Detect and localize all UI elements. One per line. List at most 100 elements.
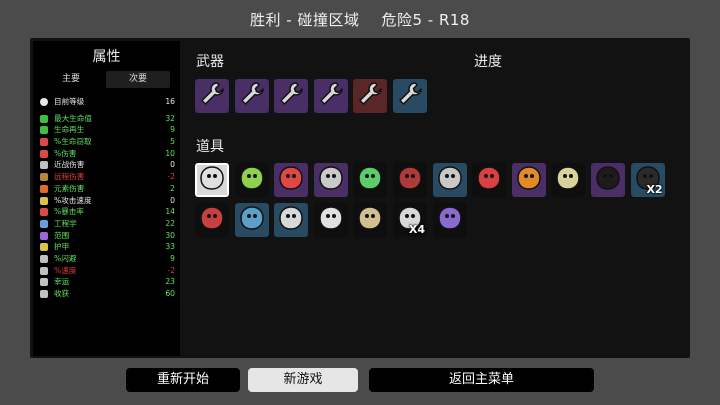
wrench-icon [317, 80, 345, 112]
item-slot[interactable] [432, 163, 467, 197]
item-slot[interactable] [274, 203, 309, 237]
main-menu-button[interactable]: 返回主菜单 [369, 368, 594, 392]
weapon-slot[interactable] [313, 79, 348, 113]
stats-title: 属性 [92, 49, 121, 65]
stat-label: %伤害 [54, 148, 77, 158]
stat-row-level: 目前等级 16 [38, 96, 175, 108]
stat-row: 收获 60 [38, 288, 175, 300]
item-slot[interactable] [313, 203, 348, 237]
snail-icon [356, 204, 384, 236]
stat-label: 收获 [54, 289, 70, 298]
egg-character-icon [198, 165, 226, 195]
stat-value: 5 [170, 137, 175, 147]
item-slot[interactable] [234, 163, 269, 197]
rock-creature-icon [436, 164, 464, 196]
weapons-title: 武器 [196, 54, 224, 70]
item-slot[interactable] [274, 163, 309, 197]
weapon-slot[interactable] [274, 79, 309, 113]
heart-icon [40, 114, 48, 123]
jacket-icon [396, 164, 424, 196]
shield-icon [40, 243, 48, 252]
stat-list: 目前等级 16 最大生命值 32 生命再生 9 %生命窃取 5 %伤害 10 近战伤害 0 远程伤害… [38, 96, 175, 300]
level-icon [40, 98, 48, 106]
item-slot[interactable] [353, 203, 388, 237]
stat-value: 60 [165, 289, 175, 298]
sword-icon [40, 161, 48, 170]
item-slot[interactable]: X4 [393, 203, 427, 237]
wrench-cross-icon [40, 219, 48, 228]
item-slot[interactable] [234, 203, 269, 237]
flame-icon [40, 184, 48, 193]
bag-icon [594, 164, 622, 196]
stat-value: -2 [167, 265, 175, 275]
item-slot[interactable] [353, 163, 388, 197]
wrench-icon [277, 80, 305, 112]
item-slot[interactable] [195, 203, 229, 237]
stat-value: 33 [165, 242, 175, 252]
item-slot[interactable] [591, 163, 625, 197]
stat-row: 生命再生 9 [38, 124, 175, 136]
stat-row: %暴击率 14 [38, 206, 175, 218]
stat-label: 工程学 [54, 218, 77, 228]
stat-label: 护甲 [54, 242, 70, 252]
item-quantity: X2 [646, 183, 663, 196]
stat-label: %攻击速度 [54, 195, 92, 205]
item-slot[interactable] [432, 203, 467, 237]
fist-icon [40, 149, 48, 158]
stat-value: 14 [165, 207, 175, 217]
stat-value: 0 [170, 160, 175, 170]
item-slot[interactable] [511, 163, 546, 197]
item-slot[interactable] [313, 163, 348, 197]
item-slot[interactable] [393, 163, 427, 197]
dumbbell-icon [277, 204, 305, 236]
stat-row: %闪避 9 [38, 253, 175, 265]
tab-secondary[interactable]: 次要 [106, 71, 170, 88]
stat-label: 最大生命值 [54, 113, 92, 123]
run-result-title: 胜利 - 碰撞区域 危险5 - R18 [0, 0, 720, 38]
skull-claw-icon [317, 204, 345, 236]
stat-label: %暴击率 [54, 207, 84, 217]
danger-text: 危险5 - R18 [381, 11, 470, 29]
stat-row: 护甲 33 [38, 241, 175, 253]
stat-value: -2 [167, 172, 175, 182]
progress-title: 进度 [474, 54, 502, 70]
weapon-slot[interactable] [353, 79, 388, 113]
stats-tabs: 主要 次要 [39, 71, 175, 88]
item-slot[interactable] [472, 163, 507, 197]
stat-label: 远程伤害 [54, 172, 85, 182]
stat-label: %生命窃取 [54, 137, 92, 147]
stat-value: 23 [165, 277, 175, 287]
stat-row: 最大生命值 32 [38, 113, 175, 125]
stat-row: 元素伤害 2 [38, 183, 175, 195]
item-slot[interactable]: X2 [630, 163, 665, 197]
stat-label: 元素伤害 [54, 183, 85, 193]
stat-value: 16 [165, 97, 175, 106]
stat-label: 目前等级 [54, 97, 85, 106]
stat-label: 生命再生 [54, 125, 85, 135]
harvest-icon [40, 290, 48, 298]
tab-primary[interactable]: 主要 [39, 71, 103, 88]
stat-value: 0 [170, 195, 175, 205]
stat-value: 30 [165, 230, 175, 240]
weapon-slot[interactable] [393, 79, 427, 113]
clover-icon [40, 278, 48, 287]
stat-row: %生命窃取 5 [38, 136, 175, 148]
stat-value: 9 [170, 125, 175, 135]
item-slot[interactable] [551, 163, 586, 197]
jar-icon [238, 164, 266, 196]
stat-row: %速度 -2 [38, 265, 175, 277]
weapon-slot[interactable] [195, 79, 229, 113]
crit-icon [40, 208, 48, 217]
fuel-can-icon [277, 164, 305, 196]
stat-label: %闪避 [54, 253, 77, 263]
restart-button[interactable]: 重新开始 [126, 368, 240, 392]
stat-row: %伤害 10 [38, 148, 175, 160]
new-game-button[interactable]: 新游戏 [248, 368, 358, 392]
weapon-slot[interactable] [234, 79, 269, 113]
ring-icon [238, 204, 266, 236]
wrench-icon [396, 80, 424, 112]
stat-row: 远程伤害 -2 [38, 171, 175, 183]
spinning-top-icon [198, 204, 226, 236]
stat-label: 范围 [54, 230, 70, 240]
item-slot[interactable] [195, 163, 229, 197]
